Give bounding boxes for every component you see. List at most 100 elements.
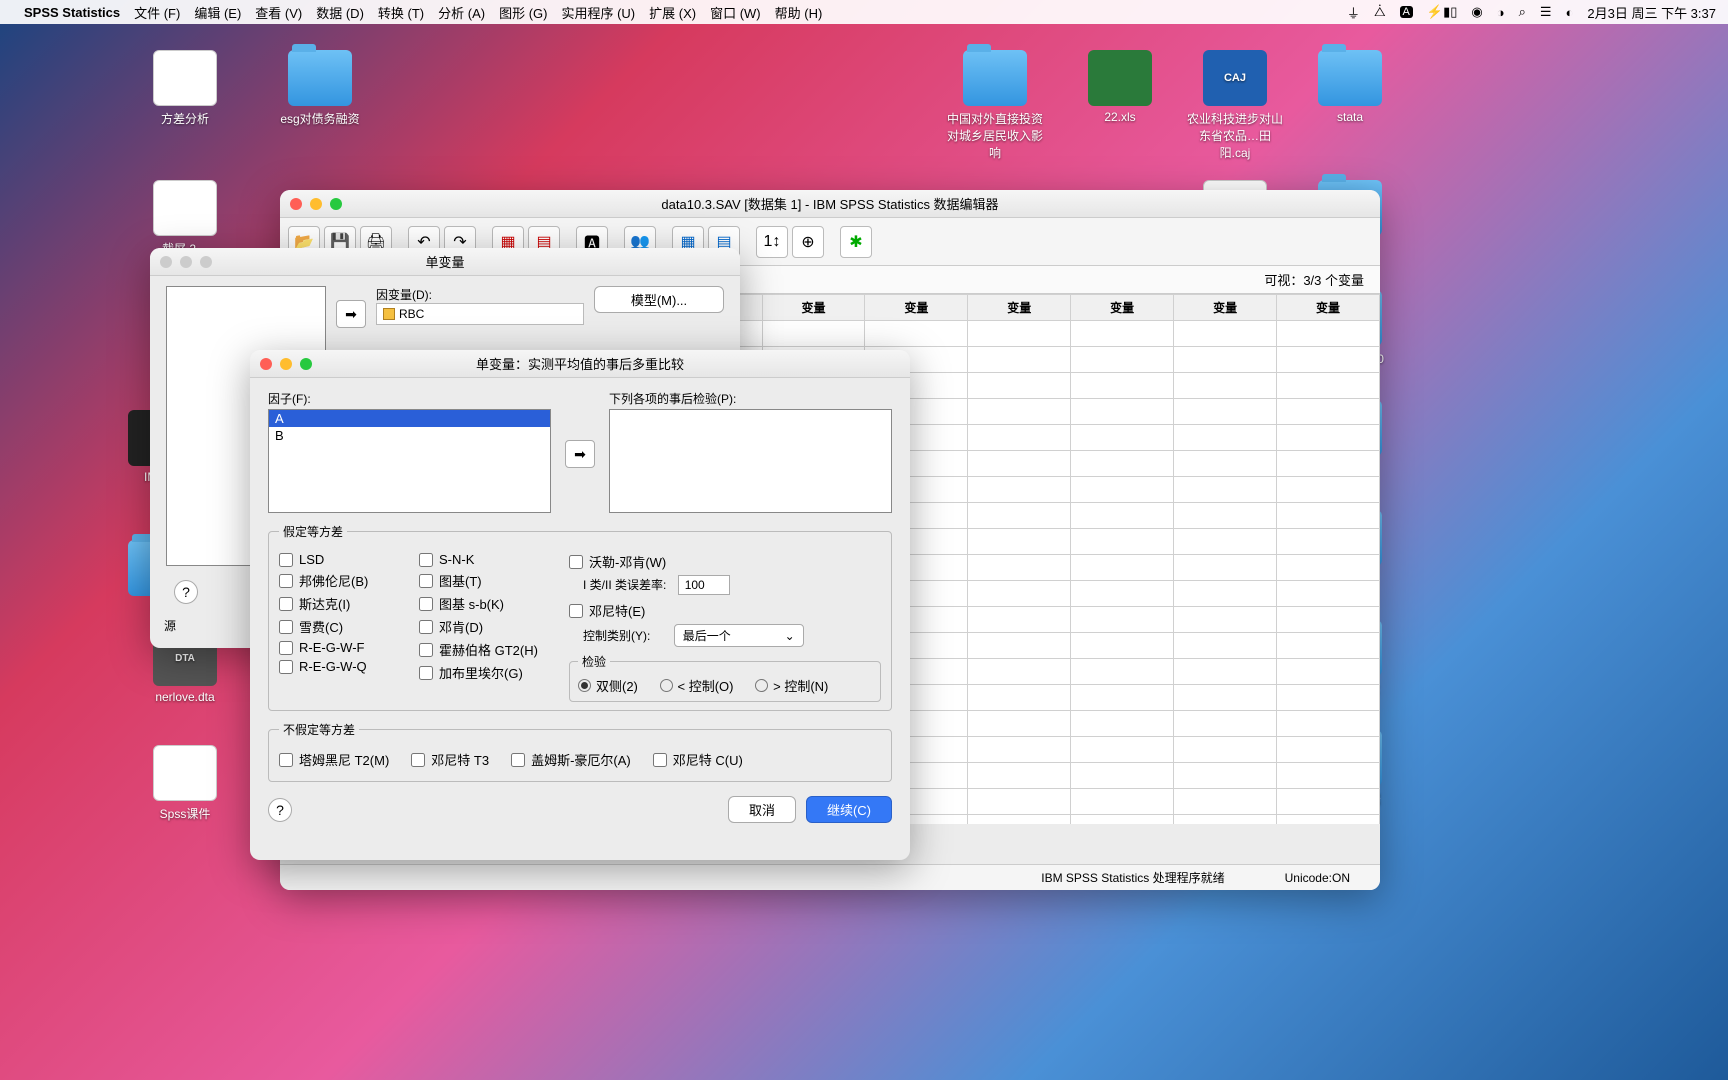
cell[interactable] [968, 347, 1071, 373]
tukeyb-checkbox[interactable]: 图基 s-b(K) [419, 594, 569, 613]
cell[interactable] [1277, 425, 1380, 451]
bluetooth-icon[interactable]: ⧊ [1374, 4, 1386, 20]
menu-item[interactable]: 图形 (G) [499, 6, 547, 21]
menu-item[interactable]: 帮助 (H) [775, 6, 823, 21]
cell[interactable] [1071, 789, 1174, 815]
cell[interactable] [1071, 581, 1174, 607]
cell[interactable] [1174, 373, 1277, 399]
cell[interactable] [968, 815, 1071, 825]
move-right-button[interactable]: ➡ [565, 440, 595, 468]
wifi-icon[interactable]: ⏚ [1347, 3, 1360, 22]
column-header[interactable]: 变量 [865, 295, 968, 321]
cell[interactable] [1277, 763, 1380, 789]
cell[interactable] [968, 503, 1071, 529]
cell[interactable] [1174, 789, 1277, 815]
cell[interactable] [1071, 711, 1174, 737]
cell[interactable] [1071, 685, 1174, 711]
cell[interactable] [1277, 789, 1380, 815]
sound-icon[interactable]: ◑ [1497, 5, 1505, 20]
cell[interactable] [1277, 685, 1380, 711]
cell[interactable] [1071, 607, 1174, 633]
minimize-icon[interactable] [310, 198, 322, 210]
cell[interactable] [968, 321, 1071, 347]
cell[interactable] [1071, 451, 1174, 477]
cell[interactable] [1174, 685, 1277, 711]
desktop-icon[interactable]: Spss课件 [135, 745, 235, 822]
close-icon[interactable] [160, 256, 172, 268]
dunnett-t3-checkbox[interactable]: 邓尼特 T3 [411, 750, 489, 769]
cell[interactable] [1174, 399, 1277, 425]
cell[interactable] [968, 425, 1071, 451]
regwq-checkbox[interactable]: R-E-G-W-Q [279, 659, 419, 674]
games-howell-checkbox[interactable]: 盖姆斯-豪厄尔(A) [511, 750, 631, 769]
list-item[interactable]: A [269, 410, 550, 427]
cell[interactable] [1277, 373, 1380, 399]
cell[interactable] [968, 451, 1071, 477]
cell[interactable] [968, 789, 1071, 815]
cell[interactable] [1071, 659, 1174, 685]
cell[interactable] [1277, 607, 1380, 633]
cell[interactable] [968, 607, 1071, 633]
clock[interactable]: 2月3日 周三 下午 3:37 [1587, 3, 1716, 22]
gabriel-checkbox[interactable]: 加布里埃尔(G) [419, 663, 569, 682]
help-button[interactable]: ? [174, 580, 198, 604]
cell[interactable] [968, 477, 1071, 503]
cell[interactable] [1174, 529, 1277, 555]
cell[interactable] [1174, 633, 1277, 659]
wifi2-icon[interactable]: ◉ [1471, 4, 1482, 20]
desktop-icon[interactable]: 方差分析 [135, 50, 235, 127]
cell[interactable] [1174, 321, 1277, 347]
cell[interactable] [1174, 607, 1277, 633]
cell[interactable] [968, 581, 1071, 607]
weight-icon[interactable]: 1↕ [756, 226, 788, 258]
duncan-checkbox[interactable]: 邓肯(D) [419, 617, 569, 636]
close-icon[interactable] [290, 198, 302, 210]
cell[interactable] [1071, 633, 1174, 659]
ratio-input[interactable]: 100 [678, 575, 730, 595]
regwf-checkbox[interactable]: R-E-G-W-F [279, 640, 419, 655]
lt-control-radio[interactable]: < 控制(O) [660, 676, 734, 695]
search-icon[interactable]: ⌕ [1519, 4, 1526, 20]
menu-item[interactable]: 数据 (D) [316, 6, 364, 21]
cell[interactable] [1174, 451, 1277, 477]
cell[interactable] [968, 659, 1071, 685]
siri-icon[interactable]: ◐ [1566, 5, 1574, 20]
cell[interactable] [1174, 347, 1277, 373]
menu-item[interactable]: 转换 (T) [378, 6, 424, 21]
select-icon[interactable]: ⊕ [792, 226, 824, 258]
minimize-icon[interactable] [180, 256, 192, 268]
cell[interactable] [1174, 555, 1277, 581]
value-labels-icon[interactable]: ✱ [840, 226, 872, 258]
menu-item[interactable]: 查看 (V) [255, 6, 302, 21]
cell[interactable] [1071, 555, 1174, 581]
dunnett-c-checkbox[interactable]: 邓尼特 C(U) [653, 750, 743, 769]
cell[interactable] [1071, 373, 1174, 399]
scheffe-checkbox[interactable]: 雪费(C) [279, 617, 419, 636]
cell[interactable] [1277, 581, 1380, 607]
cell[interactable] [1071, 399, 1174, 425]
snk-checkbox[interactable]: S-N-K [419, 552, 569, 567]
dunnett-checkbox[interactable]: 邓尼特(E) [569, 601, 881, 620]
cell[interactable] [1277, 737, 1380, 763]
help-button[interactable]: ? [268, 798, 292, 822]
zoom-icon[interactable] [300, 358, 312, 370]
menu-item[interactable]: 编辑 (E) [194, 6, 241, 21]
cell[interactable] [1277, 321, 1380, 347]
desktop-icon[interactable]: stata [1300, 50, 1400, 124]
bonferroni-checkbox[interactable]: 邦佛伦尼(B) [279, 571, 419, 590]
menu-item[interactable]: 实用程序 (U) [561, 6, 635, 21]
cell[interactable] [1174, 659, 1277, 685]
cell[interactable] [968, 685, 1071, 711]
tamhane-t2-checkbox[interactable]: 塔姆黑尼 T2(M) [279, 750, 389, 769]
cell[interactable] [865, 321, 968, 347]
cell[interactable] [1277, 477, 1380, 503]
column-header[interactable]: 变量 [762, 295, 865, 321]
cell[interactable] [1277, 503, 1380, 529]
cell[interactable] [968, 529, 1071, 555]
cell[interactable] [1174, 737, 1277, 763]
minimize-icon[interactable] [280, 358, 292, 370]
cell[interactable] [1277, 711, 1380, 737]
traffic-lights[interactable] [290, 198, 342, 210]
lsd-checkbox[interactable]: LSD [279, 552, 419, 567]
desktop-icon[interactable]: esg对债务融资 [270, 50, 370, 127]
